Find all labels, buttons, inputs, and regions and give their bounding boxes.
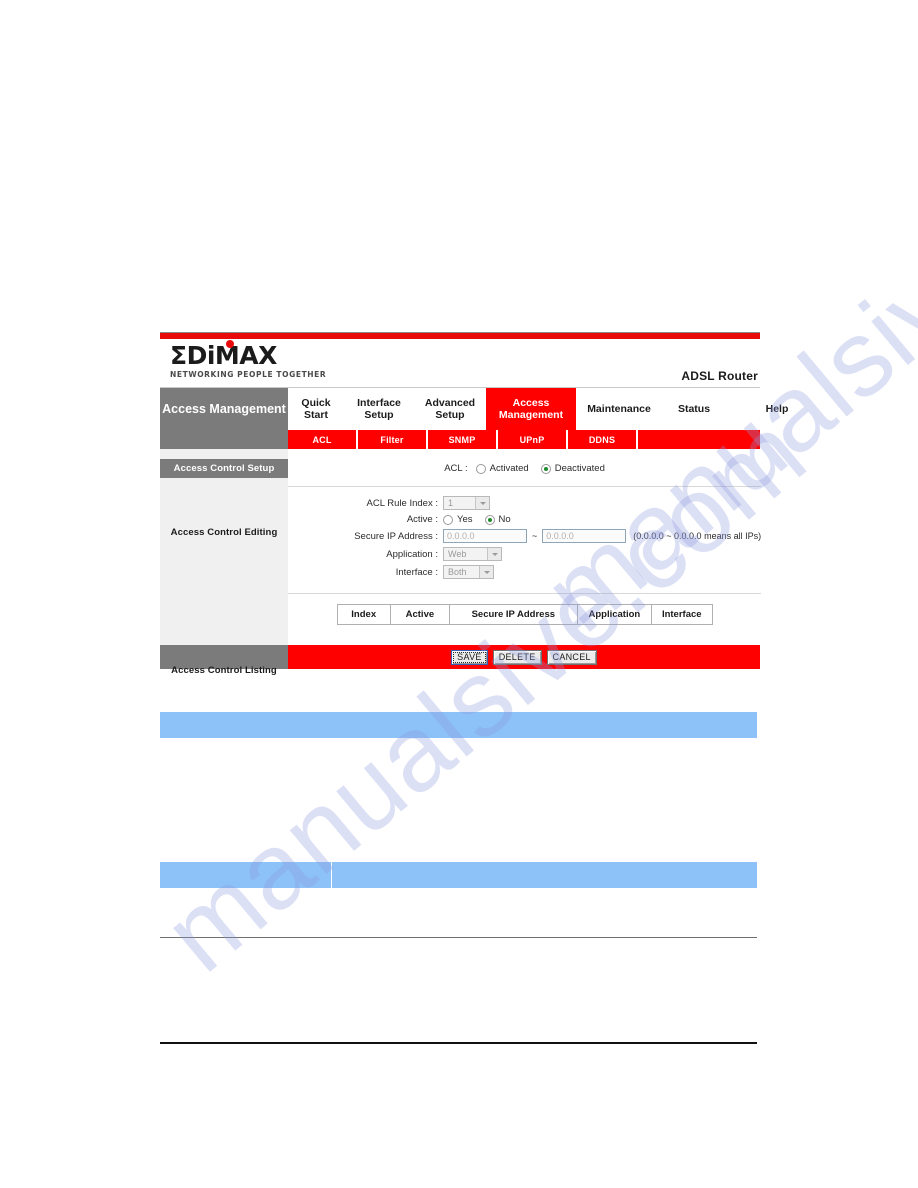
- access-control-listing-table: Index Active Secure IP Address Applicati…: [336, 604, 713, 625]
- application-value: Web: [448, 549, 467, 559]
- subnav-spacer: [160, 430, 288, 449]
- acl-activated-radio[interactable]: [475, 463, 486, 474]
- active-yes-label: Yes: [457, 514, 473, 525]
- nav-item-access-management[interactable]: Access Management: [486, 388, 576, 430]
- logo-wordmark-text: ΣDiMAX: [170, 341, 277, 370]
- form-row-interface: Interface : Both: [288, 565, 761, 579]
- nav-item-help[interactable]: Help: [742, 388, 812, 430]
- delete-button[interactable]: DELETE: [492, 649, 542, 665]
- document-table-header-bar: [160, 712, 757, 738]
- nav-item-interface-setup[interactable]: Interface Setup: [344, 388, 414, 430]
- interface-value: Both: [448, 567, 467, 577]
- column-header-secure-ip-address: Secure IP Address: [448, 604, 578, 625]
- footer-buttons: SAVE DELETE CANCEL: [288, 645, 760, 669]
- logo-wordmark: ΣDiMAX: [170, 340, 277, 370]
- content-panel: ACL : Activated Deactivated ACL Rule Ind…: [288, 449, 762, 645]
- form-row-active: Active : Yes No: [288, 514, 761, 525]
- interface-select[interactable]: Both: [443, 565, 494, 579]
- subnav-item-filter[interactable]: Filter: [358, 430, 428, 449]
- column-header-interface: Interface: [650, 604, 713, 625]
- secure-ip-start-input[interactable]: 0.0.0.0: [443, 529, 527, 543]
- top-accent-bar: [160, 332, 760, 339]
- document-divider: [160, 937, 757, 938]
- subnav-item-snmp[interactable]: SNMP: [428, 430, 498, 449]
- secure-ip-label: Secure IP Address :: [354, 530, 438, 542]
- nav-item-maintenance[interactable]: Maintenance: [576, 388, 662, 430]
- subnav-item-acl[interactable]: ACL: [288, 430, 358, 449]
- nav-item-advanced-setup[interactable]: Advanced Setup: [414, 388, 486, 430]
- application-label: Application :: [386, 548, 438, 560]
- sidebar-label-access-control-editing: Access Control Editing: [170, 527, 278, 538]
- acl-activated-label: Activated: [489, 463, 529, 474]
- rule-index-select[interactable]: 1: [443, 496, 490, 510]
- acl-label: ACL :: [444, 463, 468, 474]
- chevron-down-icon: [479, 566, 493, 578]
- form-row-secure-ip: Secure IP Address : 0.0.0.0 ~ 0.0.0.0 (0…: [288, 529, 761, 543]
- edimax-logo: ΣDiMAX NETWORKING PEOPLE TOGETHER: [170, 340, 340, 379]
- nav-section-title: Access Management: [160, 388, 288, 430]
- secure-ip-hint: (0.0.0.0 ~ 0.0.0.0 means all IPs): [633, 531, 762, 541]
- document-table-header-cell: [160, 862, 331, 888]
- sub-navigation: ACL Filter SNMP UPnP DDNS: [160, 430, 760, 449]
- table-header-row: Index Active Secure IP Address Applicati…: [336, 604, 713, 625]
- active-yes-radio[interactable]: [443, 514, 453, 525]
- active-radio-group: Yes No: [443, 514, 511, 525]
- sidebar-section-header: Access Control Setup: [160, 459, 288, 478]
- acl-radio-group: Activated Deactivated: [475, 463, 605, 474]
- ip-range-separator: ~: [532, 531, 538, 541]
- nav-items: Quick Start Interface Setup Advanced Set…: [288, 388, 812, 430]
- chevron-down-icon: [475, 497, 489, 509]
- active-no-label: No: [498, 514, 511, 525]
- active-label: Active :: [406, 514, 438, 525]
- access-control-listing: Index Active Secure IP Address Applicati…: [288, 594, 761, 639]
- column-header-active: Active: [389, 604, 450, 625]
- subnav-filler: [638, 430, 760, 449]
- form-row-rule-index: ACL Rule Index : 1: [288, 496, 761, 510]
- acl-deactivated-radio[interactable]: [540, 463, 551, 474]
- subnav-item-ddns[interactable]: DDNS: [568, 430, 638, 449]
- active-no-radio[interactable]: [484, 514, 495, 525]
- save-button[interactable]: SAVE: [451, 649, 488, 665]
- access-control-editing-form: ACL Rule Index : 1 Active : Yes No Secur…: [288, 487, 761, 593]
- column-header-application: Application: [576, 604, 652, 625]
- sidebar-label-access-control-listing: Access Control Listing: [171, 665, 277, 676]
- form-row-application: Application : Web: [288, 547, 761, 561]
- acl-deactivated-label: Deactivated: [554, 463, 605, 474]
- application-select[interactable]: Web: [443, 547, 502, 561]
- nav-item-status[interactable]: Status: [662, 388, 726, 430]
- column-header-index: Index: [336, 604, 391, 625]
- sidebar-panel: Access Control Setup Access Control Edit…: [160, 449, 288, 676]
- document-table-header-cell: [332, 862, 757, 888]
- logo-dot-icon: [226, 340, 234, 348]
- page-body: Access Control Setup Access Control Edit…: [160, 449, 762, 676]
- acl-toggle-row: ACL : Activated Deactivated: [288, 449, 761, 486]
- cancel-button[interactable]: CANCEL: [546, 649, 597, 665]
- device-model-label: ADSL Router: [681, 369, 758, 383]
- chevron-down-icon: [487, 548, 501, 560]
- subnav-item-upnp[interactable]: UPnP: [498, 430, 568, 449]
- document-footer-divider: [160, 1042, 757, 1044]
- secure-ip-end-input[interactable]: 0.0.0.0: [542, 529, 627, 543]
- rule-index-value: 1: [448, 498, 454, 508]
- router-web-ui: ΣDiMAX NETWORKING PEOPLE TOGETHER ADSL R…: [160, 332, 788, 676]
- rule-index-label: ACL Rule Index :: [366, 497, 438, 509]
- brand-header: ΣDiMAX NETWORKING PEOPLE TOGETHER ADSL R…: [160, 339, 760, 388]
- main-navigation: Access Management Quick Start Interface …: [160, 388, 788, 430]
- interface-label: Interface :: [395, 566, 438, 578]
- nav-item-quick-start[interactable]: Quick Start: [288, 388, 344, 430]
- logo-tagline: NETWORKING PEOPLE TOGETHER: [170, 370, 327, 379]
- subnav-items: ACL Filter SNMP UPnP DDNS: [288, 430, 760, 449]
